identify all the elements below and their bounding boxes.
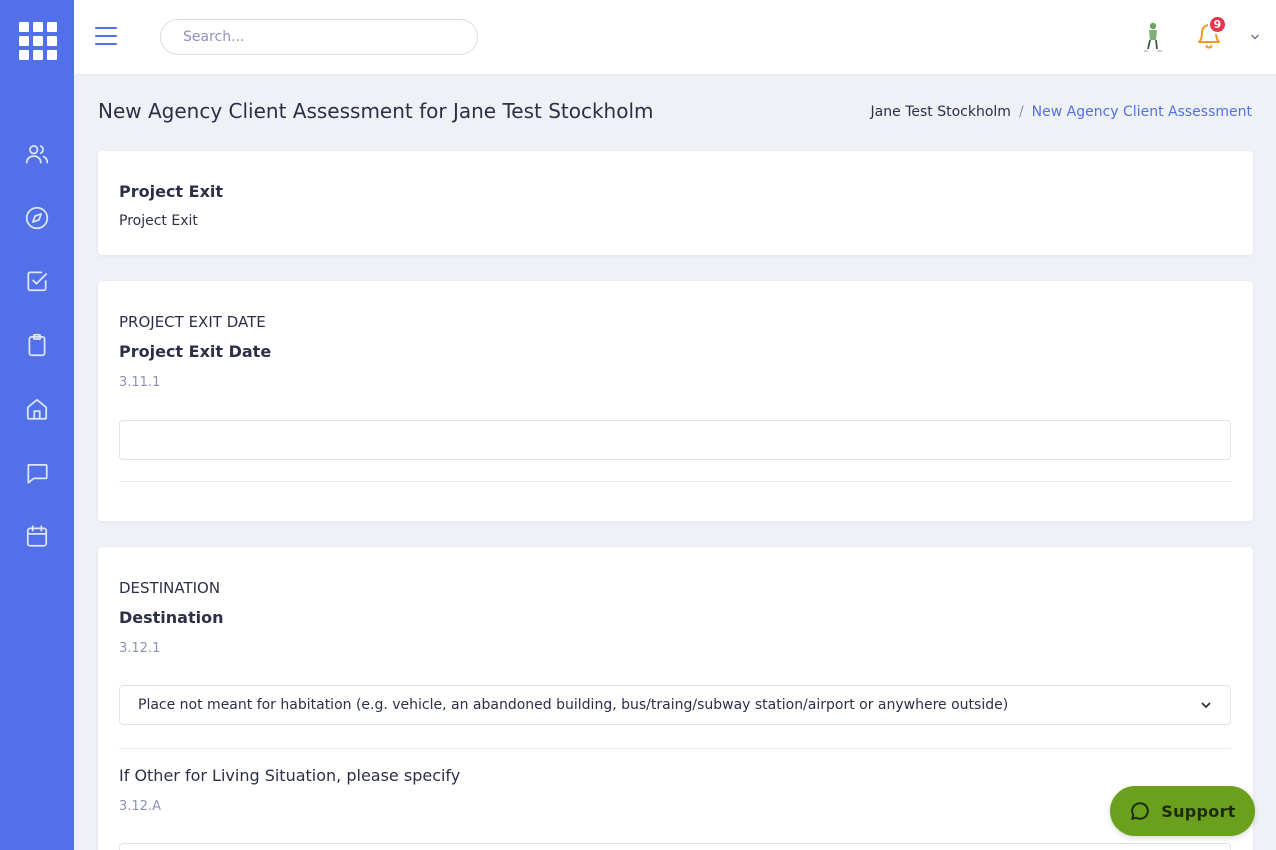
other-living-situation-label: If Other for Living Situation, please sp…	[119, 766, 461, 785]
exit-date-section-title: PROJECT EXIT DATE	[119, 313, 266, 331]
other-living-situation-input[interactable]	[119, 843, 1231, 850]
support-label: Support	[1161, 801, 1236, 821]
sidebar	[0, 0, 74, 850]
notification-badge: 9	[1208, 15, 1227, 34]
project-exit-heading: Project Exit	[119, 182, 224, 201]
breadcrumb: Jane Test Stockholm / New Agency Client …	[871, 104, 1252, 120]
chat-bubble-icon	[1131, 802, 1150, 820]
divider	[119, 748, 1231, 749]
menu-toggle-icon[interactable]	[95, 27, 117, 45]
chevron-down-icon[interactable]	[1249, 31, 1261, 43]
clipboard-icon[interactable]	[24, 332, 50, 358]
project-exit-card: Project Exit Project Exit	[98, 151, 1253, 255]
exit-date-input[interactable]	[119, 420, 1231, 460]
destination-select[interactable]: Place not meant for habitation (e.g. veh…	[119, 685, 1231, 725]
breadcrumb-separator: /	[1018, 104, 1024, 120]
divider	[119, 481, 1231, 482]
chevron-down-icon	[1201, 702, 1211, 709]
destination-section-title: DESTINATION	[119, 579, 221, 597]
breadcrumb-home-link[interactable]: Jane Test Stockholm	[871, 104, 1011, 120]
other-living-situation-code: 3.12.A	[119, 799, 161, 814]
topbar: 9	[74, 0, 1276, 74]
app-grid-icon[interactable]	[19, 22, 57, 60]
support-button[interactable]: Support	[1110, 786, 1255, 836]
exit-date-label: Project Exit Date	[119, 342, 272, 361]
page-title: New Agency Client Assessment for Jane Te…	[98, 99, 654, 123]
users-icon[interactable]	[24, 141, 50, 167]
compass-icon[interactable]	[24, 205, 50, 231]
project-exit-text: Project Exit	[119, 213, 198, 229]
breadcrumb-current: New Agency Client Assessment	[1031, 104, 1252, 120]
search-input[interactable]	[160, 19, 478, 55]
home-icon[interactable]	[24, 396, 50, 422]
destination-code: 3.12.1	[119, 641, 161, 656]
project-exit-date-card: PROJECT EXIT DATE Project Exit Date 3.11…	[98, 281, 1253, 521]
checkbox-icon[interactable]	[24, 268, 50, 294]
avatar[interactable]	[1138, 20, 1168, 54]
destination-selected-value: Place not meant for habitation (e.g. veh…	[138, 697, 1009, 713]
calendar-icon[interactable]	[24, 523, 50, 549]
destination-card: DESTINATION Destination 3.12.1 Place not…	[98, 547, 1253, 850]
message-icon[interactable]	[24, 460, 50, 486]
exit-date-code: 3.11.1	[119, 375, 161, 390]
destination-label: Destination	[119, 608, 224, 627]
